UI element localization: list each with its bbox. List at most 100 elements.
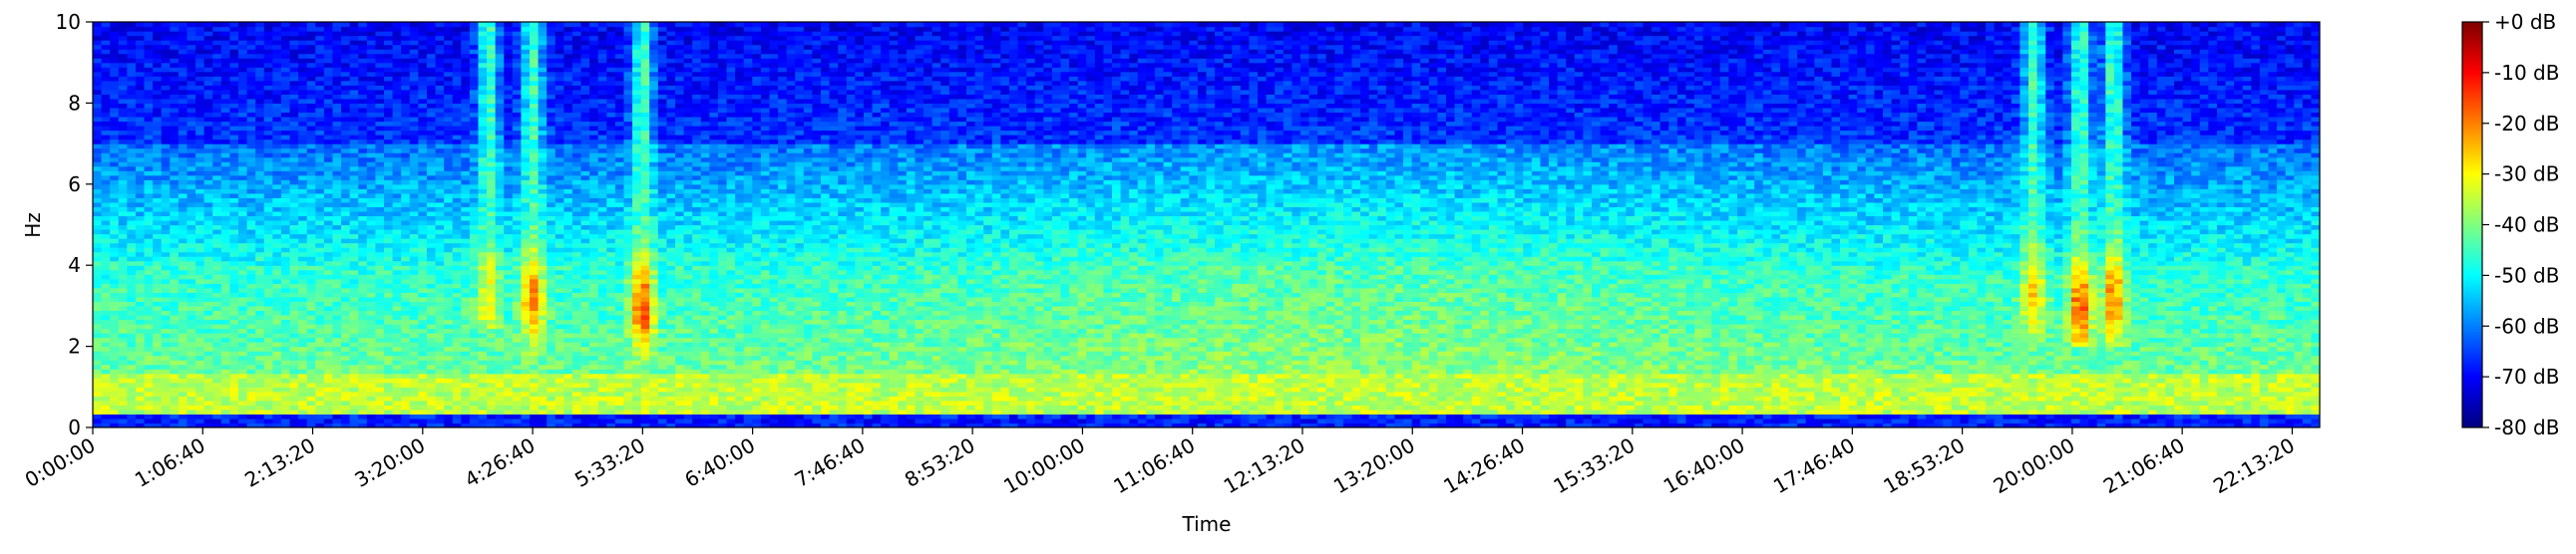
spectrogram-cell [375,170,385,176]
spectrogram-cell [409,188,419,194]
spectrogram-cell [263,373,273,379]
spectrogram-cell [229,40,239,46]
spectrogram-cell [444,107,454,114]
spectrogram-cell [452,152,462,158]
spectrogram-cell [263,85,273,91]
spectrogram-cell [392,396,402,402]
spectrogram-cell [144,396,154,402]
spectrogram-cell [444,409,454,416]
spectrogram-cell [332,417,342,424]
spectrogram-cell [93,76,103,82]
spectrogram-cell [521,103,531,109]
spectrogram-cell [280,364,291,370]
spectrogram-cell [229,192,239,198]
spectrogram-cell [93,35,103,41]
spectrogram-cell [246,188,256,194]
spectrogram-cell [255,165,265,171]
spectrogram-cell [229,301,239,307]
spectrogram-cell [512,49,523,55]
spectrogram-cell [238,296,248,302]
spectrogram-cell [263,414,273,419]
spectrogram-cell [563,242,573,248]
spectrogram-cell [161,143,171,149]
spectrogram-cell [554,305,564,312]
spectrogram-cell [487,247,497,253]
spectrogram-cell [409,215,419,221]
spectrogram-cell [349,143,359,149]
spectrogram-cell [118,229,128,235]
spectrogram-cell [512,58,523,64]
spectrogram-cell [153,323,163,330]
spectrogram-cell [212,89,222,95]
spectrogram-cell [263,135,273,140]
spectrogram-cell [220,67,231,73]
spectrogram-cell [358,126,368,132]
spectrogram-cell [161,328,171,334]
spectrogram-cell [349,94,359,100]
spectrogram-cell [306,323,316,330]
spectrogram-cell [530,22,540,28]
spectrogram-cell [487,174,497,180]
spectrogram-cell [384,333,394,339]
spectrogram-cell [110,179,120,185]
spectrogram-cell [521,364,531,370]
spectrogram-cell [246,152,256,158]
spectrogram-cell [461,147,471,153]
spectrogram-cell [349,130,359,136]
spectrogram-cell [392,305,402,312]
spectrogram-cell [547,287,556,293]
spectrogram-cell [392,121,402,127]
spectrogram-cell [161,355,171,361]
spectrogram-cell [246,283,256,289]
spectrogram-cell [512,396,523,402]
spectrogram-cell [170,26,180,32]
spectrogram-cell [263,314,273,321]
spectrogram-cell [530,391,540,397]
spectrogram-cell [93,138,103,144]
spectrogram-cell [229,224,239,230]
spectrogram-cell [495,40,505,46]
spectrogram-cell [366,400,377,406]
spectrogram-cell [127,107,137,114]
spectrogram-cell [135,206,146,212]
spectrogram-cell [280,378,291,384]
spectrogram-cell [384,274,394,280]
spectrogram-cell [178,71,188,77]
spectrogram-cell [341,192,351,198]
spectrogram-cell [341,400,351,406]
spectrogram-cell [469,256,480,262]
spectrogram-cell [530,409,540,416]
spectrogram-cell [272,201,282,208]
spectrogram-cell [101,351,111,357]
spectrogram-cell [220,89,231,95]
spectrogram-cell [186,94,196,100]
spectrogram-cell [144,417,154,424]
spectrogram-cell [521,197,531,203]
spectrogram-cell [298,98,308,104]
spectrogram-cell [203,40,213,46]
spectrogram-cell [110,26,120,32]
spectrogram-cell [118,35,128,41]
spectrogram-cell [186,22,196,28]
spectrogram-cell [563,405,573,411]
spectrogram-cell [298,414,308,419]
spectrogram-cell [118,26,128,32]
spectrogram-cell [289,103,299,109]
spectrogram-cell [229,121,239,127]
spectrogram-cell [118,251,128,257]
spectrogram-cell [161,373,171,379]
spectrogram-cell [409,67,419,73]
spectrogram-cell [153,382,163,388]
spectrogram-cell [341,22,351,28]
spectrogram-cell [170,219,180,226]
spectrogram-cell [229,35,239,41]
spectrogram-cell [220,274,231,280]
spectrogram-cell [203,62,213,68]
spectrogram-cell [461,210,471,217]
spectrogram-cell [315,22,325,28]
spectrogram-cell [246,369,256,375]
spectrogram-cell [153,373,163,379]
spectrogram-cell [212,85,222,91]
spectrogram-cell [118,238,128,244]
spectrogram-cell [521,251,531,257]
